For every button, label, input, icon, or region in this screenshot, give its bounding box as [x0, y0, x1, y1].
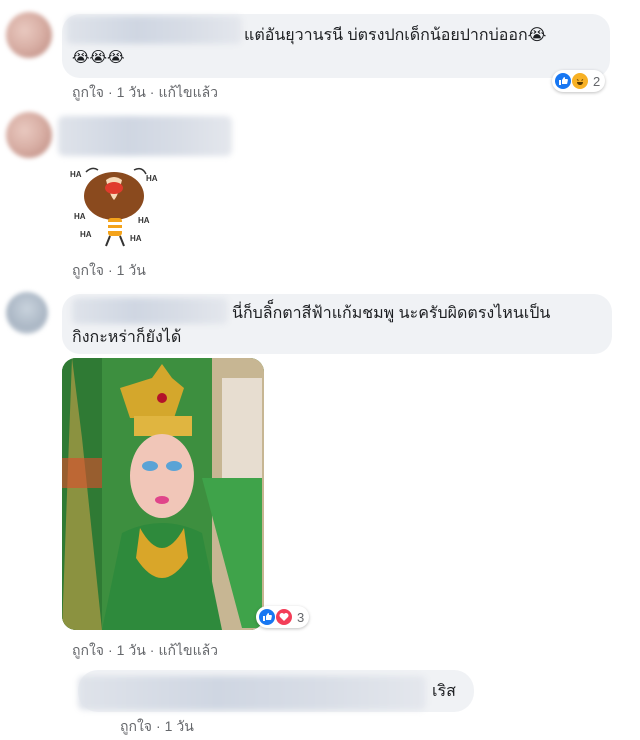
comment-age[interactable]: 1 วัน [117, 262, 146, 278]
reaction-count: 2 [593, 73, 601, 89]
reaction-summary[interactable]: 3 [256, 606, 310, 628]
like-link[interactable]: ถูกใจ [72, 642, 104, 658]
love-reaction-icon [276, 609, 292, 625]
edited-label[interactable]: แก้ไขแล้ว [158, 84, 218, 100]
like-reaction-icon [259, 609, 275, 625]
comment-actions: ถูกใจ · 1 วัน [120, 718, 194, 734]
like-link[interactable]: ถูกใจ [72, 84, 104, 100]
reaction-summary[interactable]: 2 [552, 70, 606, 92]
comment-text-line-1: แต่อันยุวานรนี บ่ตรงปกเด็กน้อยปากบ่ออก😭 [244, 27, 547, 44]
commenter-name-redacted[interactable] [78, 676, 426, 710]
commenter-name-redacted[interactable] [66, 16, 242, 44]
like-link[interactable]: ถูกใจ [72, 262, 104, 278]
haha-reaction-icon [572, 73, 588, 89]
comment-text-line-2: 😭😭😭 [72, 49, 125, 66]
sticker-text: HA [70, 170, 82, 179]
commenter-name-redacted[interactable] [58, 116, 232, 156]
sticker-text: HA [146, 174, 158, 183]
comment-text-line-2: กิงกะหร่าก็ยังได้ [72, 329, 182, 346]
sticker-text: HA [80, 230, 92, 239]
like-link[interactable]: ถูกใจ [120, 718, 152, 734]
comment-actions: ถูกใจ · 1 วัน · แก้ไขแล้ว [72, 642, 219, 658]
commenter-avatar[interactable] [6, 12, 52, 58]
laughing-sticker: HA HA HA HA HA HA [66, 160, 166, 252]
commenter-name-redacted[interactable] [72, 298, 228, 324]
edited-label[interactable]: แก้ไขแล้ว [158, 642, 218, 658]
sticker-text: HA [138, 216, 150, 225]
sticker-text: HA [130, 234, 142, 243]
comment-actions: ถูกใจ · 1 วัน · แก้ไขแล้ว [72, 84, 219, 100]
reply-text-tail: เริส [432, 683, 456, 700]
comment-age[interactable]: 1 วัน [117, 84, 146, 100]
reaction-count: 3 [297, 609, 305, 625]
comment-age[interactable]: 1 วัน [117, 642, 146, 658]
comment-actions: ถูกใจ · 1 วัน [72, 262, 146, 278]
comment-photo[interactable] [62, 358, 264, 630]
comment-text-line-1: นี่ก็บลิ็กตาสีฟ้าแก้มชมพู นะครับผิดตรงไห… [232, 305, 551, 322]
commenter-avatar[interactable] [6, 292, 48, 334]
comment-age[interactable]: 1 วัน [165, 718, 194, 734]
like-reaction-icon [555, 73, 571, 89]
commenter-avatar[interactable] [6, 112, 52, 158]
sticker-text: HA [74, 212, 86, 221]
